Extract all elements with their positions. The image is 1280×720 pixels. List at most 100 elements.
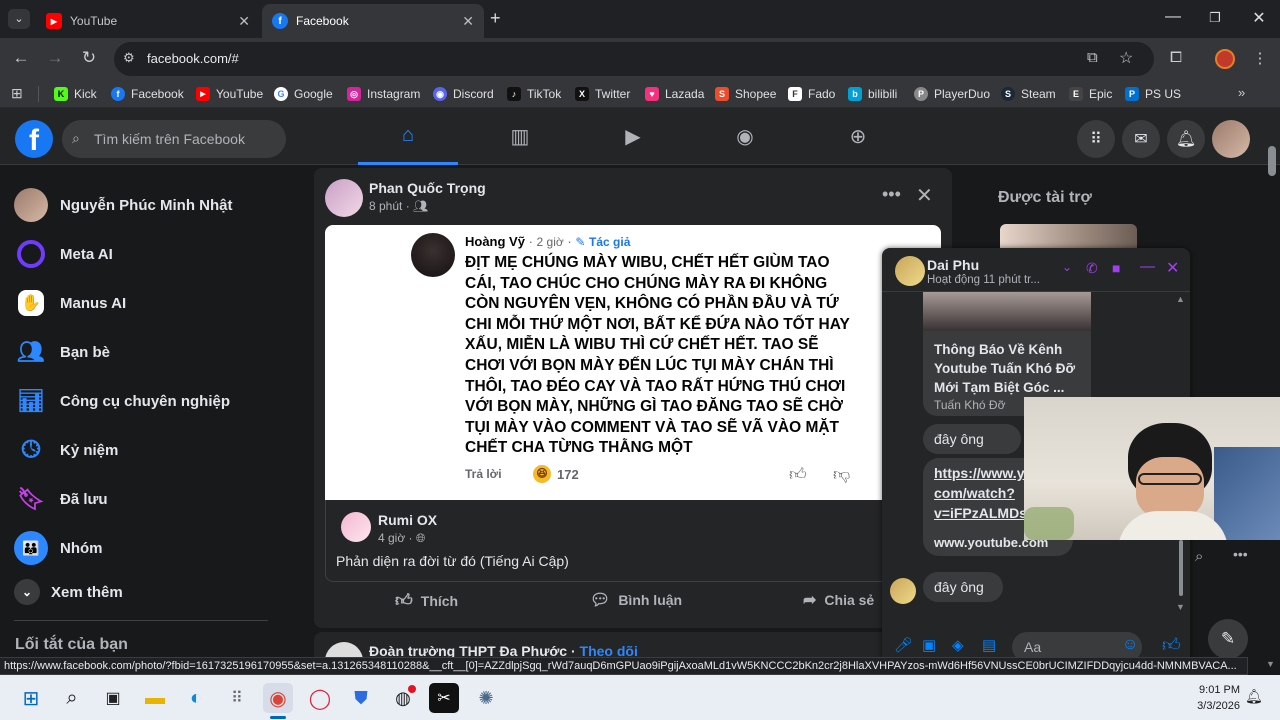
- settings-app-icon[interactable]: ✺: [471, 683, 501, 713]
- bookmark-ps-us[interactable]: P PS US: [1125, 86, 1181, 102]
- bookmark-bilibili[interactable]: b bilibili: [848, 86, 897, 102]
- page-scrollbar[interactable]: [1268, 146, 1276, 176]
- see-more-button[interactable]: ⌄ Xem thêm: [14, 572, 123, 612]
- edge-icon[interactable]: ◐: [181, 683, 211, 713]
- sidebar-item-groups[interactable]: 👪︎ Nhóm: [14, 528, 103, 568]
- new-tab-icon[interactable]: +: [490, 8, 501, 29]
- post-close-icon[interactable]: ✕: [916, 183, 933, 208]
- bookmark-playerduo[interactable]: P PlayerDuo: [914, 86, 990, 102]
- close-tab-icon[interactable]: ✕: [462, 13, 474, 30]
- status-scroll-down-icon[interactable]: ▼: [1266, 659, 1275, 669]
- comment-button[interactable]: 💬︎ Bình luận: [590, 590, 682, 610]
- bookmark-shopee[interactable]: S Shopee: [715, 86, 776, 102]
- notifications-button[interactable]: 🔔︎: [1167, 120, 1205, 158]
- bookmark-fado[interactable]: F Fado: [788, 86, 835, 102]
- back-icon[interactable]: ←: [10, 48, 32, 68]
- opera-icon[interactable]: ◯: [305, 683, 335, 713]
- chrome-icon[interactable]: ◉: [263, 683, 293, 713]
- shared-author-name[interactable]: Rumi OX: [378, 512, 437, 528]
- nav-dashboard-tab[interactable]: ▥: [470, 108, 570, 165]
- microphone-icon[interactable]: 🎤︎: [894, 636, 913, 654]
- system-clock[interactable]: 9:01 PM 3/3/2026: [1197, 682, 1240, 714]
- post-author-avatar[interactable]: [325, 179, 363, 217]
- photo-icon[interactable]: ▣: [922, 636, 936, 654]
- close-tab-icon[interactable]: ✕: [238, 13, 250, 30]
- minimize-chat-icon[interactable]: —: [1140, 258, 1155, 275]
- sticker-icon[interactable]: ◈: [952, 636, 964, 654]
- emoji-icon[interactable]: ☺: [1122, 636, 1138, 654]
- nav-gaming-tab[interactable]: ⊕: [808, 108, 908, 165]
- reload-icon[interactable]: ↻: [78, 48, 100, 68]
- bookmark-steam[interactable]: S Steam: [1001, 86, 1056, 102]
- profile-icon[interactable]: [1215, 49, 1235, 69]
- bookmark-lazada[interactable]: ♥ Lazada: [645, 86, 704, 102]
- sidebar-item-manus-ai[interactable]: ✋ Manus AI: [14, 283, 126, 323]
- scroll-up-arrow-icon[interactable]: ▲: [1176, 294, 1185, 304]
- shared-source-box[interactable]: Rumi OX 4 giờ · 🌐︎ Phản diện ra đời từ đ…: [325, 500, 941, 582]
- bookmark-epic[interactable]: E Epic: [1069, 86, 1112, 102]
- sidebar-item-professional-tools[interactable]: 📊︎ Công cụ chuyên nghiệp: [14, 381, 230, 421]
- quoted-comment-image[interactable]: Hoàng Vỹ · 2 giờ · ✎ Tác giả ĐỊT MẸ CHÚN…: [325, 225, 941, 500]
- sidebar-item-saved[interactable]: 🔖︎ Đã lưu: [14, 479, 108, 519]
- post-author-name[interactable]: Phan Quốc Trọng: [369, 180, 486, 196]
- file-explorer-icon[interactable]: ▬: [140, 683, 170, 713]
- security-shield-icon[interactable]: ⛊: [346, 683, 376, 713]
- post-more-options-icon[interactable]: •••: [882, 184, 901, 205]
- site-info-icon[interactable]: ⚙: [123, 50, 135, 66]
- nav-groups-tab[interactable]: ◉: [695, 108, 795, 165]
- facebook-search-input[interactable]: ⌕ Tìm kiếm trên Facebook: [62, 120, 286, 158]
- maximize-icon[interactable]: ❐: [1200, 10, 1230, 26]
- chat-options-chevron-icon[interactable]: ⌄: [1062, 260, 1072, 274]
- voice-call-icon[interactable]: ✆: [1086, 260, 1098, 277]
- gif-icon[interactable]: ▤: [982, 636, 996, 654]
- post-time[interactable]: 8 phút: [369, 199, 402, 213]
- task-view-icon[interactable]: ▣: [98, 683, 128, 713]
- next-post-author[interactable]: Đoàn trường THPT Đa Phước: [369, 643, 567, 658]
- tab-search-button[interactable]: ⌄: [8, 9, 30, 29]
- account-avatar[interactable]: [1212, 120, 1250, 158]
- tab-facebook[interactable]: f Facebook ✕: [262, 4, 484, 38]
- right-more-icon[interactable]: •••: [1233, 546, 1248, 562]
- menu-grid-button[interactable]: ⠿: [1077, 120, 1115, 158]
- bookmark-star-icon[interactable]: ☆: [1119, 48, 1133, 68]
- minimize-icon[interactable]: —: [1158, 8, 1188, 26]
- forward-icon[interactable]: →: [44, 48, 66, 68]
- chat-header[interactable]: Dai Phu Hoạt động 11 phút tr... ⌄ ✆ ■ — …: [882, 248, 1190, 292]
- thumbs-up-send-icon[interactable]: 👍︎: [1162, 634, 1181, 656]
- chat-message-input[interactable]: Aa ☺: [1012, 632, 1142, 660]
- address-bar[interactable]: ⚙ facebook.com/# ⧉ ☆: [114, 42, 1154, 76]
- nav-home-tab[interactable]: ⌂: [358, 108, 458, 165]
- extensions-icon[interactable]: ⧠: [1166, 49, 1186, 66]
- app-grid-icon[interactable]: ⠿: [222, 683, 252, 713]
- scroll-thumb[interactable]: [1179, 540, 1183, 596]
- notification-bell-icon[interactable]: 🔔︎: [1245, 688, 1263, 705]
- new-message-button[interactable]: ✎: [1208, 619, 1248, 659]
- like-button[interactable]: 👍︎ Thích: [395, 590, 458, 611]
- scroll-down-arrow-icon[interactable]: ▼: [1176, 602, 1185, 612]
- sidebar-item-meta-ai[interactable]: Meta AI: [14, 234, 113, 274]
- bookmark-discord[interactable]: ◉ Discord: [433, 86, 494, 102]
- right-search-icon[interactable]: ⌕: [1195, 548, 1203, 565]
- tab-youtube[interactable]: ▶ YouTube ✕: [36, 4, 260, 38]
- close-chat-icon[interactable]: ✕: [1166, 258, 1179, 278]
- bookmark-kick[interactable]: K Kick: [54, 86, 97, 102]
- nav-video-tab[interactable]: ▶: [583, 108, 683, 165]
- bookmark-instagram[interactable]: ◎ Instagram: [347, 86, 420, 102]
- share-button[interactable]: ➦ Chia sẻ: [803, 590, 874, 610]
- bookmark-twitter[interactable]: X Twitter: [575, 86, 630, 102]
- chat-contact-name[interactable]: Dai Phu: [927, 257, 979, 273]
- messenger-button[interactable]: ✉: [1122, 120, 1160, 158]
- bookmark-facebook[interactable]: f Facebook: [111, 86, 184, 102]
- browser-menu-icon[interactable]: ⋮: [1250, 49, 1270, 67]
- sidebar-item-memories[interactable]: 🕓︎ Kỷ niệm: [14, 430, 119, 470]
- apps-grid-icon[interactable]: ⊞: [11, 85, 23, 102]
- close-window-icon[interactable]: ✕: [1244, 8, 1274, 28]
- facebook-logo-icon[interactable]: f: [15, 120, 53, 158]
- sidebar-item-friends[interactable]: 👥︎ Bạn bè: [14, 332, 110, 372]
- taskbar-search-icon[interactable]: ⌕: [57, 683, 87, 713]
- bookmark-google[interactable]: G Google: [274, 86, 333, 102]
- bookmark-youtube[interactable]: ▶ YouTube: [196, 86, 263, 102]
- windows-start-icon[interactable]: ⊞: [16, 683, 46, 713]
- sidebar-item-profile[interactable]: Nguyễn Phúc Minh Nhật: [14, 185, 233, 225]
- install-app-icon[interactable]: ⧉: [1087, 49, 1098, 66]
